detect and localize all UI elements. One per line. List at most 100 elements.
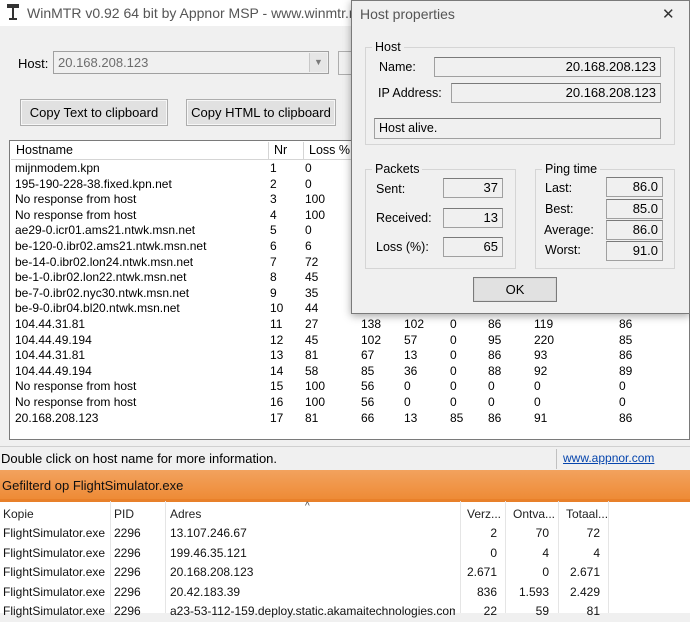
sent-cell: 22 <box>483 604 497 618</box>
column-header-totaal[interactable]: Totaal... <box>566 507 608 521</box>
value-cell: 13 <box>404 348 418 363</box>
average-label: Average: <box>544 223 594 237</box>
pid-cell: 2296 <box>114 604 141 618</box>
host-properties-dialog: Host properties ✕ Host Name: 20.168.208.… <box>351 0 690 314</box>
column-header-adres[interactable]: Adres <box>170 507 201 521</box>
loss-field: 65 <box>443 237 503 257</box>
host-status-field: Host alive. <box>374 118 661 139</box>
value-cell: 10 <box>270 301 284 316</box>
value-cell: 56 <box>361 395 375 409</box>
value-cell: 1 <box>270 161 277 175</box>
close-icon[interactable]: ✕ <box>662 5 675 23</box>
packets-group-title: Packets <box>372 162 423 176</box>
app-icon <box>7 4 19 20</box>
value-cell: 102 <box>404 317 425 331</box>
trace-row[interactable]: 20.168.208.123 17 81 66 13 85 86 91 86 <box>10 411 689 427</box>
sent-cell: 2 <box>490 526 497 540</box>
value-cell: 2 <box>270 176 277 191</box>
value-cell: 100 <box>305 379 326 394</box>
value-cell: 17 <box>270 410 284 425</box>
filter-panel: Gefilterd op FlightSimulator.exe ^ Kopie… <box>0 470 690 618</box>
trace-row[interactable]: No response from host 16 100 56 0 0 0 0 0 <box>10 395 689 411</box>
total-cell: 2.429 <box>569 584 600 599</box>
value-cell: 45 <box>305 270 319 285</box>
received-cell: 0 <box>542 565 549 579</box>
value-cell: 0 <box>305 176 312 191</box>
column-header-verzonden[interactable]: Verz... <box>467 507 501 521</box>
trace-row[interactable]: 104.44.49.194 14 58 85 36 0 88 92 89 <box>10 364 689 380</box>
value-cell: 86 <box>619 317 633 331</box>
hostname-cell: No response from host <box>15 395 137 409</box>
host-combobox[interactable]: 20.168.208.123 ▼ <box>53 51 329 74</box>
value-cell: 0 <box>450 363 457 378</box>
chevron-down-icon[interactable]: ▼ <box>309 53 327 72</box>
hostname-cell: ae29-0.icr01.ams21.ntwk.msn.net <box>15 223 196 238</box>
value-cell: 100 <box>305 395 326 409</box>
hostname-cell: be-7-0.ibr02.nyc30.ntwk.msn.net <box>15 285 190 300</box>
received-cell: 70 <box>535 526 549 540</box>
sent-field: 37 <box>443 178 503 198</box>
connection-row[interactable]: FlightSimulator.exe 2296 13.107.246.67 2 70 7… <box>0 524 690 544</box>
copy-text-button[interactable]: Copy Text to clipboard <box>20 99 168 126</box>
ok-button[interactable]: OK <box>473 277 557 302</box>
host-label: Host: <box>18 56 49 71</box>
sent-cell: 0 <box>490 545 497 560</box>
ping-time-group-title: Ping time <box>542 162 601 176</box>
value-cell: 0 <box>619 395 626 409</box>
value-cell: 89 <box>619 363 633 378</box>
value-cell: 95 <box>488 332 502 347</box>
received-cell: 59 <box>535 604 549 618</box>
process-cell: FlightSimulator.exe <box>3 584 106 599</box>
filter-title: Gefilterd op FlightSimulator.exe <box>2 478 184 493</box>
worst-label: Worst: <box>545 243 581 257</box>
value-cell: 72 <box>305 254 319 269</box>
hostname-cell: 104.44.31.81 <box>15 348 86 363</box>
trace-row[interactable]: No response from host 15 100 56 0 0 0 0 0 <box>10 379 689 395</box>
value-cell: 13 <box>270 348 284 363</box>
process-cell: FlightSimulator.exe <box>3 565 106 579</box>
address-cell: 199.46.35.121 <box>170 545 247 560</box>
connection-row[interactable]: FlightSimulator.exe 2296 20.168.208.123 2.6… <box>0 563 690 583</box>
total-cell: 72 <box>586 526 600 540</box>
pid-cell: 2296 <box>114 545 141 560</box>
value-cell: 85 <box>450 410 464 425</box>
value-cell: 0 <box>534 395 541 409</box>
value-cell: 86 <box>488 410 502 425</box>
hostname-cell: 20.168.208.123 <box>15 410 99 425</box>
ip-address-label: IP Address: <box>378 86 442 100</box>
hostname-cell: 104.44.49.194 <box>15 363 92 378</box>
connection-row[interactable]: FlightSimulator.exe 2296 199.46.35.121 0 4 4 <box>0 544 690 564</box>
column-header-hostname[interactable]: Hostname <box>11 142 269 160</box>
hostname-cell: No response from host <box>15 192 137 207</box>
column-header-nr[interactable]: Nr <box>269 142 304 160</box>
value-cell: 0 <box>305 223 312 238</box>
value-cell: 5 <box>270 223 277 238</box>
column-header-ontvangen[interactable]: Ontva... <box>513 507 555 521</box>
value-cell: 36 <box>404 363 418 378</box>
value-cell: 86 <box>488 317 502 331</box>
value-cell: 35 <box>305 285 319 300</box>
value-cell: 100 <box>305 207 326 222</box>
hostname-cell: be-9-0.ibr04.bl20.ntwk.msn.net <box>15 301 180 316</box>
value-cell: 93 <box>534 348 548 363</box>
value-cell: 0 <box>404 379 411 394</box>
appnor-link[interactable]: www.appnor.com <box>563 451 654 465</box>
trace-row[interactable]: 104.44.31.81 13 81 67 13 0 86 93 86 <box>10 348 689 364</box>
trace-row[interactable]: 104.44.49.194 12 45 102 57 0 95 220 85 <box>10 333 689 349</box>
value-cell: 16 <box>270 395 284 409</box>
value-cell: 56 <box>361 379 375 394</box>
value-cell: 7 <box>270 254 277 269</box>
column-header-kopie[interactable]: Kopie <box>3 507 34 521</box>
value-cell: 67 <box>361 348 375 363</box>
host-value: 20.168.208.123 <box>58 55 149 70</box>
connection-row[interactable]: FlightSimulator.exe 2296 a23-53-112-159.de… <box>0 602 690 622</box>
connection-row[interactable]: FlightSimulator.exe 2296 20.42.183.39 836 1.… <box>0 583 690 603</box>
address-cell: 13.107.246.67 <box>170 526 247 540</box>
trace-row[interactable]: 104.44.31.81 11 27 138 102 0 86 119 86 <box>10 317 689 333</box>
value-cell: 81 <box>305 410 319 425</box>
copy-html-button[interactable]: Copy HTML to clipboard <box>186 99 336 126</box>
received-cell: 4 <box>542 545 549 560</box>
worst-field: 91.0 <box>606 241 663 261</box>
column-header-pid[interactable]: PID <box>114 507 134 521</box>
best-field: 85.0 <box>606 199 663 219</box>
